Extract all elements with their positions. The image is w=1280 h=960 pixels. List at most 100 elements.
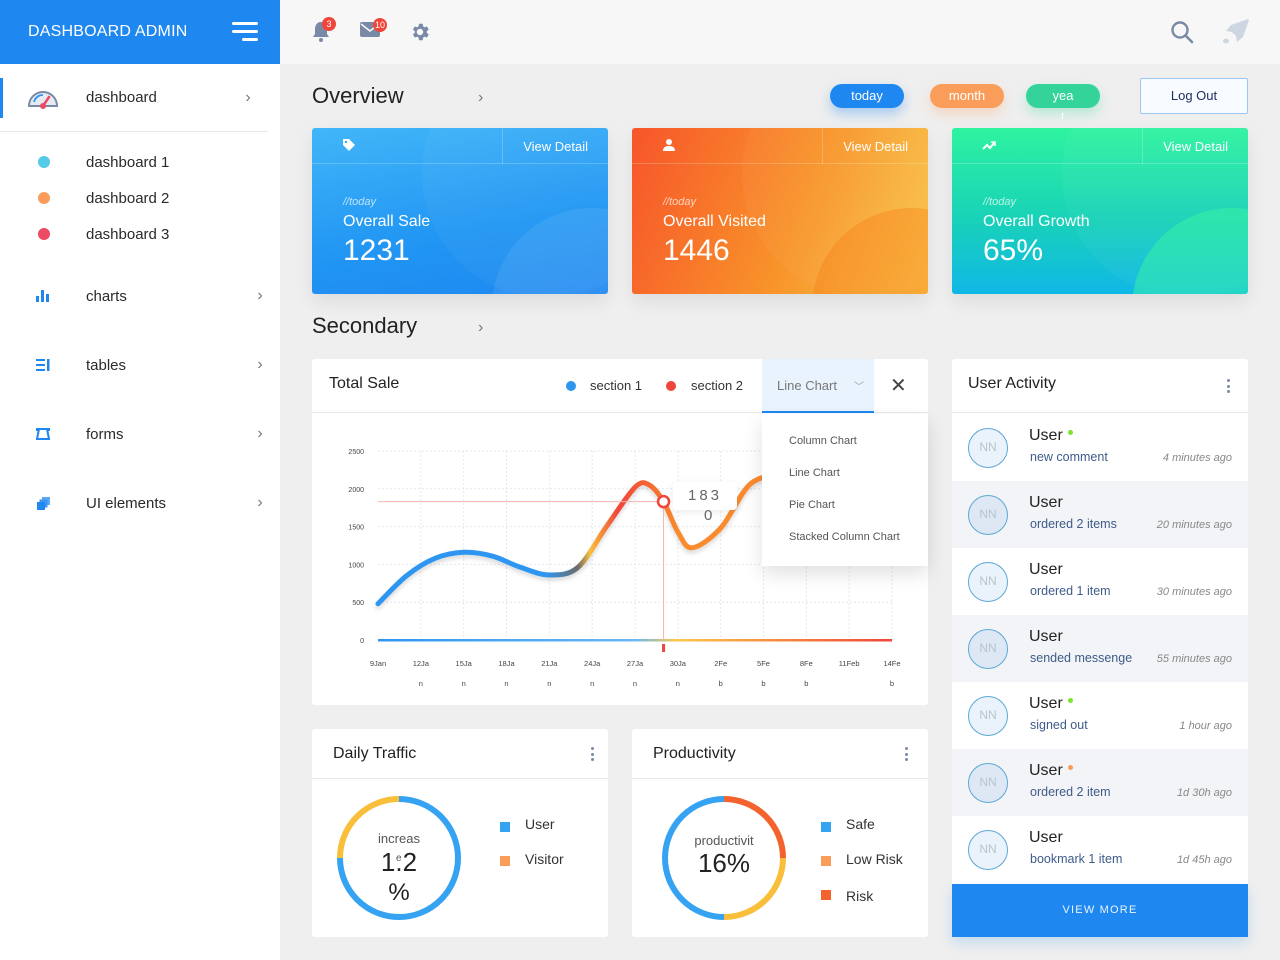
menu-toggle-icon[interactable] (232, 22, 258, 42)
card-value: 1446 (663, 234, 730, 267)
table-icon (0, 359, 86, 371)
x-tick-label-wrap: n (633, 679, 637, 688)
donut-center-label: productivit (694, 833, 754, 848)
sidebar-item-dashboard[interactable]: dashboard › (0, 64, 268, 132)
x-tick-label-wrap: n (676, 679, 680, 688)
avatar[interactable]: NN (968, 696, 1008, 736)
activity-row[interactable]: NN User signed out 1 hour ago (952, 682, 1248, 749)
chevron-right-icon: › (257, 425, 263, 442)
legend-dot-icon (666, 381, 676, 391)
sidebar-subitem-dashboard-1[interactable]: dashboard 1 (0, 144, 280, 180)
more-options-icon[interactable] (1226, 379, 1230, 393)
avatar[interactable]: NN (968, 428, 1008, 468)
user-activity-panel: User Activity NN User new comment 4 minutes… (952, 359, 1248, 937)
search-icon (1171, 21, 1194, 44)
activity-time: 20 minutes ago (1156, 519, 1232, 531)
bar-chart-icon (0, 290, 86, 302)
activity-user-name[interactable]: User (1029, 494, 1063, 512)
activity-user-name[interactable]: User (1029, 829, 1063, 847)
sidebar-item-label: tables (86, 356, 127, 374)
x-tick-label: 18Ja (498, 659, 515, 668)
activity-user-name[interactable]: User (1029, 561, 1063, 579)
activity-row[interactable]: NN User sended messenge 55 minutes ago (952, 615, 1248, 682)
activity-user-name[interactable]: User (1029, 762, 1063, 780)
form-icon (0, 428, 86, 440)
x-tick-label-wrap: n (462, 679, 466, 688)
chart-type-select[interactable]: Line Chart ﹀ (762, 359, 874, 413)
chart-tooltip: 183 (673, 482, 737, 510)
stat-card-visited: View Detail //today Overall Visited 1446 (632, 128, 928, 294)
notifications-button[interactable]: 3 (312, 17, 336, 47)
panel-title: Daily Traffic (333, 745, 417, 762)
legend-safe: Safe (846, 816, 875, 832)
card-period: //today (663, 196, 697, 208)
launch-button[interactable] (1222, 18, 1250, 51)
status-dot-icon (1068, 765, 1073, 770)
y-tick-label: 1000 (348, 562, 364, 569)
avatar[interactable]: NN (968, 562, 1008, 602)
chevron-down-icon: ﹀ (854, 382, 864, 393)
card-label: Overall Sale (343, 213, 431, 230)
overview-chevron-icon[interactable]: › (478, 89, 483, 107)
view-detail-link[interactable]: View Detail (523, 139, 588, 154)
option-stacked-column-chart[interactable]: Stacked Column Chart (789, 531, 900, 543)
view-more-button[interactable]: VIEW MORE (952, 884, 1248, 937)
filter-today[interactable]: today (830, 84, 904, 108)
view-detail-link[interactable]: View Detail (1163, 139, 1228, 154)
avatar[interactable]: NN (968, 495, 1008, 535)
activity-time: 30 minutes ago (1156, 586, 1232, 598)
card-period: //today (343, 196, 377, 208)
activity-row[interactable]: NN User ordered 1 item 30 minutes ago (952, 548, 1248, 615)
gear-icon (412, 23, 429, 41)
activity-row[interactable]: NN User ordered 2 item 1d 30h ago (952, 749, 1248, 816)
secondary-chevron-icon[interactable]: › (478, 319, 483, 337)
option-pie-chart[interactable]: Pie Chart (789, 499, 835, 511)
filter-month[interactable]: month (930, 84, 1004, 108)
option-column-chart[interactable]: Column Chart (789, 435, 857, 447)
sidebar-item-forms[interactable]: forms › (0, 416, 280, 452)
avatar[interactable]: NN (968, 830, 1008, 870)
activity-action: signed out (1030, 718, 1088, 732)
user-icon (662, 138, 676, 157)
activity-action: ordered 2 item (1030, 785, 1111, 799)
activity-row[interactable]: NN User ordered 2 items 20 minutes ago (952, 481, 1248, 548)
avatar[interactable]: NN (968, 629, 1008, 669)
legend-section-1[interactable]: section 1 (590, 378, 642, 393)
sidebar-groups: charts › tables › forms › UI elements › (0, 278, 280, 521)
activity-user-name[interactable]: User (1029, 427, 1063, 445)
y-tick-label: 0 (360, 638, 364, 645)
close-icon[interactable]: ✕ (890, 373, 907, 398)
panel-title: User Activity (968, 375, 1057, 392)
view-detail-link[interactable]: View Detail (843, 139, 908, 154)
activity-row[interactable]: NN User bookmark 1 item 1d 45h ago (952, 816, 1248, 883)
card-value: 65% (983, 234, 1044, 267)
sidebar-item-charts[interactable]: charts › (0, 278, 280, 314)
option-line-chart[interactable]: Line Chart (789, 467, 840, 479)
donut-center-overflow: e (396, 853, 402, 864)
activity-time: 1 hour ago (1179, 720, 1232, 732)
y-tick-label: 2000 (348, 487, 364, 494)
x-tick-label: 24Ja (584, 659, 601, 668)
sidebar-subitem-dashboard-3[interactable]: dashboard 3 (0, 216, 280, 252)
more-options-icon[interactable] (590, 747, 594, 761)
activity-row[interactable]: NN User new comment 4 minutes ago (952, 414, 1248, 481)
x-tick-label: 9Jan (370, 659, 386, 668)
activity-user-name[interactable]: User (1029, 695, 1063, 713)
panel-title: Productivity (653, 745, 736, 762)
sidebar-item-ui-elements[interactable]: UI elements › (0, 485, 280, 521)
legend-square-icon (821, 890, 831, 900)
settings-button[interactable] (409, 21, 431, 48)
more-options-icon[interactable] (904, 747, 908, 761)
sidebar-subitem-label: dashboard 3 (86, 225, 170, 243)
search-button[interactable] (1170, 20, 1194, 49)
sidebar-item-tables[interactable]: tables › (0, 347, 280, 383)
logout-button[interactable]: Log Out (1140, 78, 1248, 114)
legend-section-2[interactable]: section 2 (691, 378, 743, 393)
activity-time: 55 minutes ago (1156, 653, 1232, 665)
avatar[interactable]: NN (968, 763, 1008, 803)
sidebar-subitem-dashboard-2[interactable]: dashboard 2 (0, 180, 280, 216)
messages-button[interactable]: 10 (360, 18, 388, 43)
filter-year[interactable]: yea r (1026, 84, 1100, 122)
activity-user-name[interactable]: User (1029, 628, 1063, 646)
chevron-right-icon: › (257, 287, 263, 304)
